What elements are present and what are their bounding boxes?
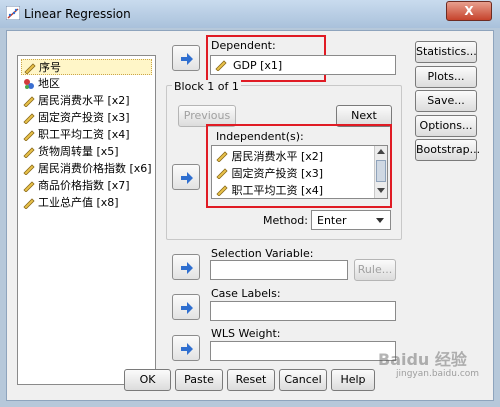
arrow-right-icon bbox=[181, 53, 193, 65]
ruler-icon bbox=[216, 168, 228, 180]
save-button[interactable]: Save... bbox=[415, 90, 477, 112]
method-value: Enter bbox=[317, 214, 347, 227]
ruler-icon bbox=[23, 198, 35, 209]
scroll-thumb[interactable] bbox=[376, 160, 386, 182]
list-item[interactable]: 职工平均工资 [x4] bbox=[216, 182, 323, 198]
scroll-down-icon[interactable] bbox=[377, 188, 385, 193]
case-labels-label: Case Labels: bbox=[211, 287, 281, 300]
independents-label: Independent(s): bbox=[216, 130, 304, 143]
watermark-subtext: jingyan.baidu.com bbox=[396, 369, 480, 379]
list-item[interactable]: 居民消费水平 [x2] bbox=[216, 148, 323, 164]
dependent-field[interactable]: GDP [x1] bbox=[210, 55, 396, 75]
wls-weight-label: WLS Weight: bbox=[211, 327, 281, 340]
selection-variable-label: Selection Variable: bbox=[211, 247, 314, 260]
regression-icon bbox=[6, 6, 20, 20]
ruler-icon bbox=[23, 96, 35, 107]
independent-move-button[interactable] bbox=[172, 164, 200, 190]
ruler-icon bbox=[23, 130, 35, 141]
case-labels-field[interactable] bbox=[210, 301, 396, 321]
list-item[interactable]: 序号 bbox=[21, 59, 152, 75]
list-item-label: 地区 bbox=[38, 77, 60, 90]
help-button[interactable]: Help bbox=[331, 369, 375, 391]
independent-label: 居民消费水平 [x2] bbox=[231, 150, 324, 163]
dependent-value: GDP [x1] bbox=[233, 59, 283, 72]
list-item-label: 商品价格指数 [x7] bbox=[38, 179, 130, 192]
list-item-label: 居民消费水平 [x2] bbox=[38, 94, 130, 107]
arrow-right-icon bbox=[181, 172, 193, 184]
list-item[interactable]: 固定资产投资 [x3] bbox=[21, 110, 152, 126]
dependent-move-button[interactable] bbox=[172, 45, 200, 71]
list-item-label: 居民消费价格指数 [x6] bbox=[38, 162, 152, 175]
plots-button[interactable]: Plots... bbox=[415, 65, 477, 88]
independent-label: 固定资产投资 [x3] bbox=[231, 167, 324, 180]
ruler-icon bbox=[23, 181, 35, 192]
paste-button[interactable]: Paste bbox=[175, 369, 223, 391]
block-label: Block 1 of 1 bbox=[172, 80, 241, 93]
ruler-icon bbox=[216, 151, 228, 163]
independents-list[interactable]: 居民消费水平 [x2] 固定资产投资 [x3] 职工平均工资 [x4] bbox=[211, 145, 388, 199]
cancel-button[interactable]: Cancel bbox=[279, 369, 327, 391]
arrow-right-icon bbox=[181, 262, 193, 274]
ruler-icon bbox=[23, 113, 35, 124]
arrow-right-icon bbox=[181, 343, 193, 355]
ruler-icon bbox=[23, 147, 35, 158]
list-item[interactable]: 商品价格指数 [x7] bbox=[21, 178, 152, 194]
ruler-icon bbox=[24, 63, 36, 74]
list-item[interactable]: 工业总产值 [x8] bbox=[21, 195, 152, 211]
list-item[interactable]: 居民消费水平 [x2] bbox=[21, 93, 152, 109]
ok-button[interactable]: OK bbox=[124, 369, 171, 391]
options-button[interactable]: Options... bbox=[415, 114, 477, 137]
list-item[interactable]: 职工平均工资 [x4] bbox=[21, 127, 152, 143]
bootstrap-button[interactable]: Bootstrap... bbox=[415, 139, 480, 161]
method-label: Method: bbox=[263, 214, 308, 227]
close-button[interactable]: X bbox=[446, 1, 492, 21]
nominal-icon bbox=[24, 79, 34, 89]
method-select[interactable]: Enter bbox=[311, 210, 391, 230]
list-item[interactable]: 地区 bbox=[21, 76, 152, 92]
chevron-down-icon bbox=[376, 218, 384, 223]
list-item-label: 职工平均工资 [x4] bbox=[38, 128, 130, 141]
window-title: Linear Regression bbox=[24, 7, 131, 21]
list-item-label: 序号 bbox=[39, 61, 61, 74]
ruler-icon bbox=[23, 164, 35, 175]
selection-move-button[interactable] bbox=[172, 254, 200, 280]
independent-label: 职工平均工资 [x4] bbox=[231, 184, 324, 197]
list-item-label: 货物周转量 [x5] bbox=[38, 145, 119, 158]
ruler-icon bbox=[216, 185, 228, 197]
scroll-up-icon[interactable] bbox=[377, 149, 385, 154]
wls-move-button[interactable] bbox=[172, 335, 200, 361]
watermark-text: Baidu 经验 bbox=[378, 350, 467, 369]
list-item-label: 工业总产值 [x8] bbox=[38, 196, 119, 209]
list-item[interactable]: 固定资产投资 [x3] bbox=[216, 165, 323, 181]
rule-button[interactable]: Rule... bbox=[354, 259, 396, 281]
variable-list[interactable]: 序号地区居民消费水平 [x2] 固定资产投资 [x3] 职工平均工资 [x4] 货物周… bbox=[17, 55, 156, 385]
reset-button[interactable]: Reset bbox=[227, 369, 275, 391]
arrow-right-icon bbox=[181, 302, 193, 314]
list-item[interactable]: 货物周转量 [x5] bbox=[21, 144, 152, 160]
dependent-label: Dependent: bbox=[211, 39, 276, 52]
list-item[interactable]: 居民消费价格指数 [x6] bbox=[21, 161, 152, 177]
statistics-button[interactable]: Statistics... bbox=[415, 41, 477, 63]
ruler-icon bbox=[215, 60, 227, 71]
case-labels-move-button[interactable] bbox=[172, 294, 200, 320]
list-item-label: 固定资产投资 [x3] bbox=[38, 111, 130, 124]
wls-weight-field[interactable] bbox=[210, 341, 396, 361]
selection-variable-field[interactable] bbox=[210, 260, 348, 280]
independents-scrollbar[interactable] bbox=[374, 146, 387, 198]
